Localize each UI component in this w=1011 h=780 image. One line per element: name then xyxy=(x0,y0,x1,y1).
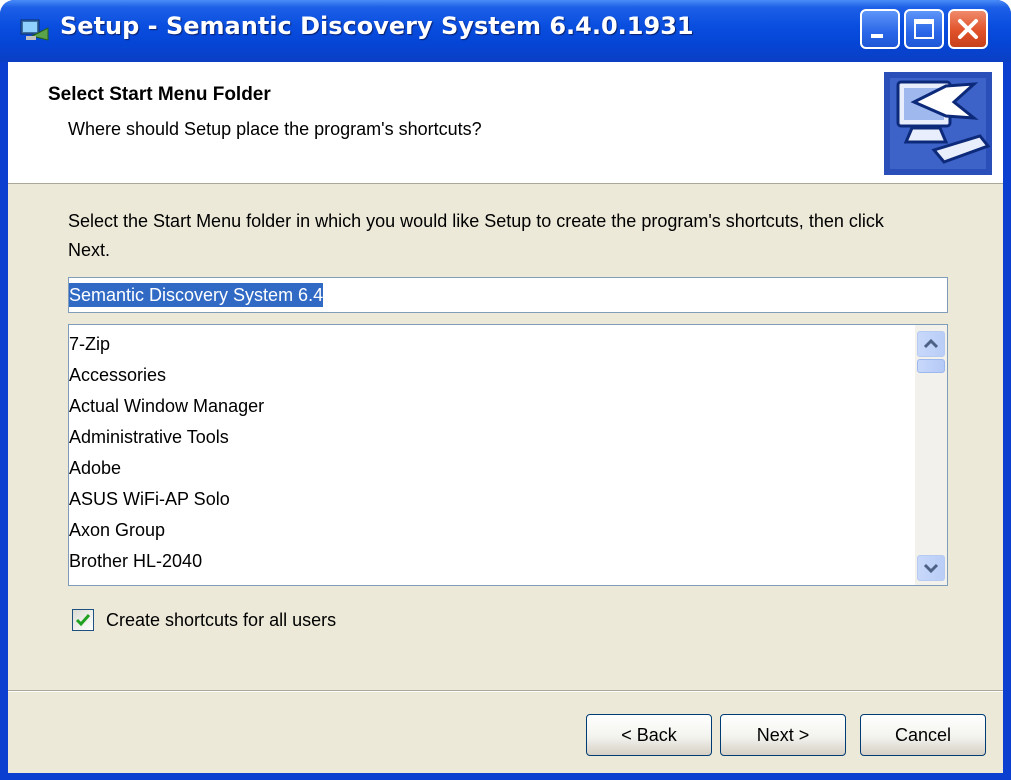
all-users-checkbox-label[interactable]: Create shortcuts for all users xyxy=(106,607,336,633)
scroll-down-button[interactable] xyxy=(917,555,945,581)
start-menu-folder-input[interactable]: Semantic Discovery System 6.4 xyxy=(68,277,948,313)
minimize-button[interactable] xyxy=(860,9,900,49)
folder-list-item[interactable]: Adobe xyxy=(69,453,915,484)
setup-window: Setup - Semantic Discovery System 6.4.0.… xyxy=(0,0,1011,780)
all-users-checkbox[interactable] xyxy=(72,609,94,631)
folder-list-item[interactable]: ASUS WiFi-AP Solo xyxy=(69,484,915,515)
instruction-text: Select the Start Menu folder in which yo… xyxy=(68,211,884,260)
page-title: Select Start Menu Folder xyxy=(48,84,271,105)
folder-listbox[interactable]: 7-Zip Accessories Actual Window Manager Adm… xyxy=(68,324,948,586)
window-title: Setup - Semantic Discovery System 6.4.0.… xyxy=(60,12,694,40)
close-icon xyxy=(958,19,978,39)
button-separator xyxy=(8,690,1003,692)
folder-list-item[interactable]: Administrative Tools xyxy=(69,422,915,453)
maximize-icon xyxy=(914,19,934,39)
scroll-up-button[interactable] xyxy=(917,331,945,357)
computer-shortcut-icon xyxy=(884,72,992,175)
folder-list-item[interactable]: 7-Zip xyxy=(69,329,915,360)
wizard-header: Select Start Menu Folder Where should Se… xyxy=(8,62,1003,184)
folder-list-item[interactable]: Accessories xyxy=(69,360,915,391)
cancel-button[interactable]: Cancel xyxy=(860,714,986,756)
close-button[interactable] xyxy=(948,9,988,49)
maximize-button[interactable] xyxy=(904,9,944,49)
folder-list-item[interactable]: Actual Window Manager xyxy=(69,391,915,422)
setup-icon xyxy=(20,19,49,41)
folder-list: 7-Zip Accessories Actual Window Manager Adm… xyxy=(69,329,915,577)
listbox-scrollbar[interactable] xyxy=(915,325,947,585)
back-button[interactable]: < Back xyxy=(586,714,712,756)
next-button[interactable]: Next > xyxy=(720,714,846,756)
title-bar[interactable]: Setup - Semantic Discovery System 6.4.0.… xyxy=(0,0,1011,62)
folder-input-value: Semantic Discovery System 6.4 xyxy=(69,283,324,307)
scroll-thumb[interactable] xyxy=(917,359,945,373)
chevron-up-icon xyxy=(923,338,939,349)
page-subtitle: Where should Setup place the program's s… xyxy=(68,119,482,139)
wizard-client-area: Select Start Menu Folder Where should Se… xyxy=(8,62,1003,773)
chevron-down-icon xyxy=(923,563,939,574)
folder-list-item[interactable]: Axon Group xyxy=(69,515,915,546)
checkmark-icon xyxy=(75,614,91,627)
minimize-icon xyxy=(871,34,883,38)
folder-list-item[interactable]: Brother HL-2040 xyxy=(69,546,915,577)
